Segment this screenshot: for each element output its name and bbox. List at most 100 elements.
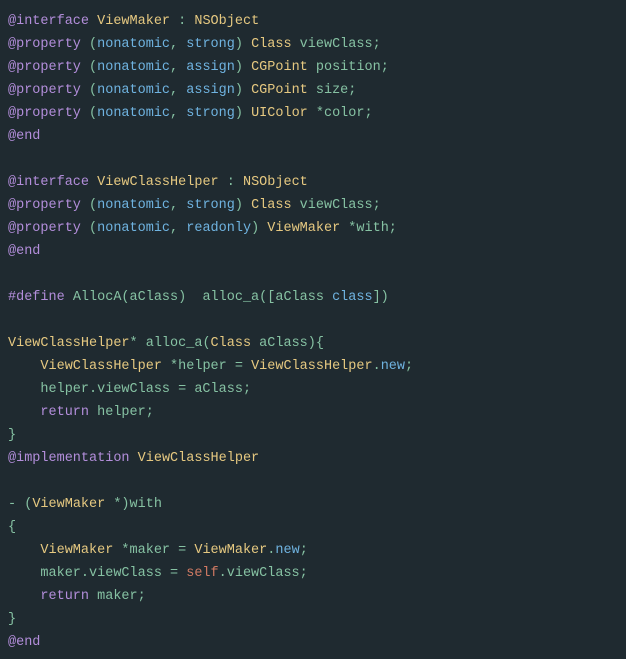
code-token: *maker = [113, 543, 194, 558]
code-token: @interface [8, 175, 89, 190]
code-line: - (ViewMaker *)with [8, 497, 162, 512]
code-token: , [170, 37, 186, 52]
code-token: ( [81, 37, 97, 52]
code-token: ; [405, 359, 413, 374]
code-token: nonatomic [97, 83, 170, 98]
code-token [8, 543, 40, 558]
code-token: ViewMaker [267, 221, 340, 236]
code-token: nonatomic [97, 60, 170, 75]
code-token: ViewMaker [40, 543, 113, 558]
code-token: @end [8, 244, 40, 259]
code-token: helper; [89, 405, 154, 420]
code-token: viewClass; [292, 37, 381, 52]
code-token: , [170, 198, 186, 213]
code-token: self [186, 566, 218, 581]
code-token: ViewClassHelper [97, 175, 219, 190]
code-token: ) [235, 198, 251, 213]
code-token [130, 451, 138, 466]
code-token: @implementation [8, 451, 130, 466]
code-token [8, 359, 40, 374]
code-line: @property (nonatomic, strong) Class view… [8, 198, 381, 213]
code-line: return maker; [8, 589, 146, 604]
code-line: @property (nonatomic, strong) UIColor *c… [8, 106, 373, 121]
code-line: } [8, 428, 16, 443]
code-token: ( [81, 198, 97, 213]
code-token: nonatomic [97, 198, 170, 213]
code-token: . [373, 359, 381, 374]
code-token: ( [81, 106, 97, 121]
code-token: .viewClass; [219, 566, 308, 581]
code-token: : [219, 175, 243, 190]
code-line: return helper; [8, 405, 154, 420]
code-token: ) [235, 60, 251, 75]
code-token: new [275, 543, 299, 558]
code-token: return [40, 405, 89, 420]
code-token: ViewClassHelper [8, 336, 130, 351]
code-token: ViewClassHelper [40, 359, 162, 374]
code-token: class [332, 290, 373, 305]
code-token: NSObject [243, 175, 308, 190]
code-token: * alloc_a( [130, 336, 211, 351]
code-token: strong [186, 198, 235, 213]
code-line: @end [8, 129, 40, 144]
code-token: Class [251, 37, 292, 52]
code-token: UIColor [251, 106, 308, 121]
code-line: @property (nonatomic, readonly) ViewMake… [8, 221, 397, 236]
code-token: ViewMaker [32, 497, 105, 512]
code-token: ) [251, 221, 267, 236]
code-token: , [170, 106, 186, 121]
code-line: @interface ViewClassHelper : NSObject [8, 175, 308, 190]
code-token: @property [8, 221, 81, 236]
code-token: @property [8, 106, 81, 121]
code-line: @end [8, 244, 40, 259]
code-token [89, 14, 97, 29]
code-token: assign [186, 60, 235, 75]
code-token: aClass){ [251, 336, 324, 351]
code-token: - ( [8, 497, 32, 512]
code-line: ViewClassHelper *helper = ViewClassHelpe… [8, 359, 413, 374]
code-token: return [40, 589, 89, 604]
code-token: ( [81, 83, 97, 98]
code-token: CGPoint [251, 60, 308, 75]
code-token: CGPoint [251, 83, 308, 98]
code-token: nonatomic [97, 106, 170, 121]
code-token: nonatomic [97, 221, 170, 236]
code-token: *helper = [162, 359, 251, 374]
code-token: } [8, 428, 16, 443]
code-token: @property [8, 37, 81, 52]
code-token: } [8, 612, 16, 627]
code-token: helper.viewClass = aClass; [8, 382, 251, 397]
code-line: @property (nonatomic, strong) Class view… [8, 37, 381, 52]
code-token: @property [8, 60, 81, 75]
code-token: ]) [373, 290, 389, 305]
code-token: ViewMaker [97, 14, 170, 29]
code-token: position; [308, 60, 389, 75]
code-token: @interface [8, 14, 89, 29]
code-token: *color; [308, 106, 373, 121]
code-token: @property [8, 198, 81, 213]
code-token: #define [8, 290, 65, 305]
code-line: ViewClassHelper* alloc_a(Class aClass){ [8, 336, 324, 351]
code-token: ViewClassHelper [138, 451, 260, 466]
code-token [89, 175, 97, 190]
code-token: @property [8, 83, 81, 98]
code-token: @end [8, 129, 40, 144]
code-token: ; [300, 543, 308, 558]
code-token: , [170, 60, 186, 75]
code-token: ) [235, 37, 251, 52]
code-token: Class [251, 198, 292, 213]
code-token: ViewMaker [194, 543, 267, 558]
code-line: @property (nonatomic, assign) CGPoint si… [8, 83, 356, 98]
code-token: @end [8, 635, 40, 650]
code-token: ( [81, 60, 97, 75]
code-token: : [170, 14, 194, 29]
code-token: , [170, 83, 186, 98]
code-block: @interface ViewMaker : NSObject @propert… [0, 0, 626, 659]
code-token: *)with [105, 497, 162, 512]
code-token: , [170, 221, 186, 236]
code-line: maker.viewClass = self.viewClass; [8, 566, 308, 581]
code-line: ViewMaker *maker = ViewMaker.new; [8, 543, 308, 558]
code-token: NSObject [194, 14, 259, 29]
code-line: @interface ViewMaker : NSObject [8, 14, 259, 29]
code-line: } [8, 612, 16, 627]
